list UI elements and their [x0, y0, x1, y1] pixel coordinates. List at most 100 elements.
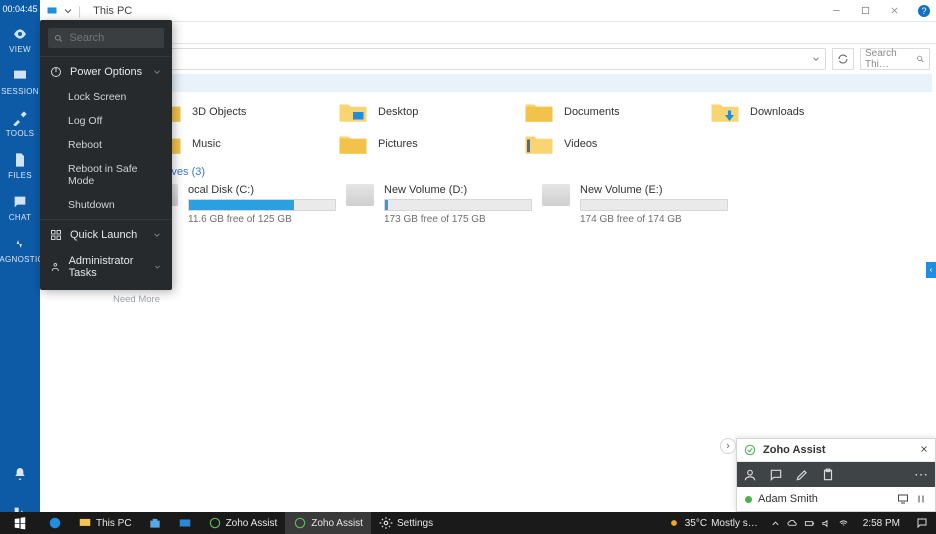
- rail-item-tools[interactable]: TOOLS: [0, 102, 40, 144]
- power-item-reboot[interactable]: Reboot: [40, 133, 172, 157]
- explorer-search[interactable]: Search Thi…: [860, 48, 930, 70]
- folder-icon: [710, 100, 740, 124]
- clipboard-icon[interactable]: [821, 468, 835, 482]
- close-button[interactable]: [889, 5, 900, 16]
- drive-free-label: 11.6 GB free of 125 GB: [188, 214, 336, 225]
- need-more-link[interactable]: Need More: [40, 286, 172, 313]
- chevron-down-icon: [152, 230, 162, 240]
- session-timer: 00:04:45: [0, 0, 40, 18]
- monitor-icon[interactable]: [897, 493, 909, 505]
- folder-item[interactable]: Videos: [522, 128, 708, 160]
- za-expand-button[interactable]: [720, 438, 736, 454]
- drive-name: New Volume (D:): [384, 184, 532, 196]
- drive-item[interactable]: New Volume (E:)174 GB free of 174 GB: [542, 184, 728, 225]
- chevron-down-icon[interactable]: [62, 5, 74, 17]
- edge-icon: [48, 516, 62, 530]
- power-item-logoff[interactable]: Log Off: [40, 109, 172, 133]
- start-button[interactable]: [0, 512, 40, 534]
- system-tray[interactable]: [764, 518, 855, 529]
- chevron-left-icon: [928, 267, 934, 273]
- folder-icon: [338, 132, 368, 156]
- rail-item-session[interactable]: SESSION: [0, 60, 40, 102]
- drive-item[interactable]: ocal Disk (C:)11.6 GB free of 125 GB: [150, 184, 336, 225]
- gear-icon: [379, 516, 393, 530]
- taskbar-item-label: Zoho Assist: [226, 518, 278, 529]
- taskbar-zoho2[interactable]: Zoho Assist: [285, 512, 371, 534]
- taskbar-settings[interactable]: Settings: [371, 512, 441, 534]
- drive-usage-bar: [580, 199, 728, 211]
- rail-item-files[interactable]: FILES: [0, 144, 40, 186]
- admin-tasks-label: Administrator Tasks: [69, 255, 154, 279]
- chevron-down-icon[interactable]: [811, 54, 821, 64]
- folder-label: 3D Objects: [192, 106, 246, 118]
- status-indicator: [745, 496, 752, 503]
- zoho-icon: [293, 516, 307, 530]
- taskbar-mail[interactable]: [170, 512, 200, 534]
- za-title: Zoho Assist: [763, 444, 826, 456]
- file-icon: [12, 152, 28, 168]
- drive-item[interactable]: New Volume (D:)173 GB free of 175 GB: [346, 184, 532, 225]
- notifications-button[interactable]: [12, 456, 28, 495]
- folder-item[interactable]: Documents: [522, 96, 708, 128]
- taskbar-this-pc[interactable]: This PC: [70, 512, 140, 534]
- mail-icon: [178, 516, 192, 530]
- folder-label: Desktop: [378, 106, 418, 118]
- rail-item-view[interactable]: VIEW: [0, 18, 40, 60]
- folder-item[interactable]: Downloads: [708, 96, 894, 128]
- power-item-safemode[interactable]: Reboot in Safe Mode: [40, 157, 172, 193]
- folder-icon: [524, 132, 554, 156]
- edit-icon[interactable]: [795, 468, 809, 482]
- chevron-down-icon: [152, 67, 162, 77]
- status-strip: [44, 74, 932, 92]
- admin-tasks-section[interactable]: Administrator Tasks: [40, 248, 172, 286]
- volume-icon[interactable]: [821, 518, 832, 529]
- pulse-icon: [12, 236, 28, 252]
- user-icon[interactable]: [743, 468, 757, 482]
- panel-search-input[interactable]: [69, 32, 158, 44]
- za-user-name: Adam Smith: [758, 493, 818, 505]
- panel-search[interactable]: [48, 28, 164, 48]
- folder-item[interactable]: Pictures: [336, 128, 522, 160]
- taskbar-store[interactable]: [140, 512, 170, 534]
- taskbar-zoho1[interactable]: Zoho Assist: [200, 512, 286, 534]
- ribbon-area: [40, 22, 936, 44]
- minimize-button[interactable]: [831, 5, 842, 16]
- folder-item[interactable]: 3D Objects: [150, 96, 336, 128]
- rail-item-diagnostics[interactable]: DIAGNOSTICS: [0, 228, 40, 270]
- eye-icon: [12, 26, 28, 42]
- rail-item-chat[interactable]: CHAT: [0, 186, 40, 228]
- side-flyout-handle[interactable]: [926, 262, 936, 278]
- folder-label: Music: [192, 138, 221, 150]
- wifi-icon[interactable]: [838, 518, 849, 529]
- cloud-icon[interactable]: [787, 518, 798, 529]
- pause-icon[interactable]: [915, 493, 927, 505]
- admin-icon: [50, 261, 61, 273]
- chat-icon[interactable]: [769, 468, 783, 482]
- maximize-button[interactable]: [860, 5, 871, 16]
- taskbar-edge[interactable]: [40, 512, 70, 534]
- explorer-content: 3D Objects Desktop Documents Downloads Music…: [40, 92, 936, 229]
- taskbar-weather[interactable]: 35°C Mostly s…: [661, 516, 764, 530]
- folder-label: Pictures: [378, 138, 418, 150]
- power-item-shutdown[interactable]: Shutdown: [40, 193, 172, 217]
- quick-launch-section[interactable]: Quick Launch: [40, 222, 172, 248]
- chevron-up-icon[interactable]: [770, 518, 781, 529]
- battery-icon[interactable]: [804, 518, 815, 529]
- refresh-button[interactable]: [832, 48, 854, 70]
- devices-header[interactable]: d drives (3): [150, 166, 926, 178]
- za-more-button[interactable]: ⋯: [914, 466, 929, 483]
- folder-item[interactable]: Music: [150, 128, 336, 160]
- folders-grid: 3D Objects Desktop Documents Downloads Music…: [50, 96, 926, 160]
- taskbar-clock[interactable]: 2:58 PM: [855, 518, 908, 529]
- power-options-section[interactable]: Power Options: [40, 59, 172, 85]
- help-button[interactable]: ?: [918, 5, 930, 17]
- power-item-lock[interactable]: Lock Screen: [40, 85, 172, 109]
- taskbar-action-center[interactable]: [908, 512, 936, 534]
- taskbar-item-label: Settings: [397, 518, 433, 529]
- za-close-button[interactable]: [919, 443, 929, 457]
- pc-icon: [46, 5, 58, 17]
- search-icon: [54, 33, 63, 44]
- folder-label: Downloads: [750, 106, 804, 118]
- za-user-row[interactable]: Adam Smith: [737, 487, 935, 511]
- folder-item[interactable]: Desktop: [336, 96, 522, 128]
